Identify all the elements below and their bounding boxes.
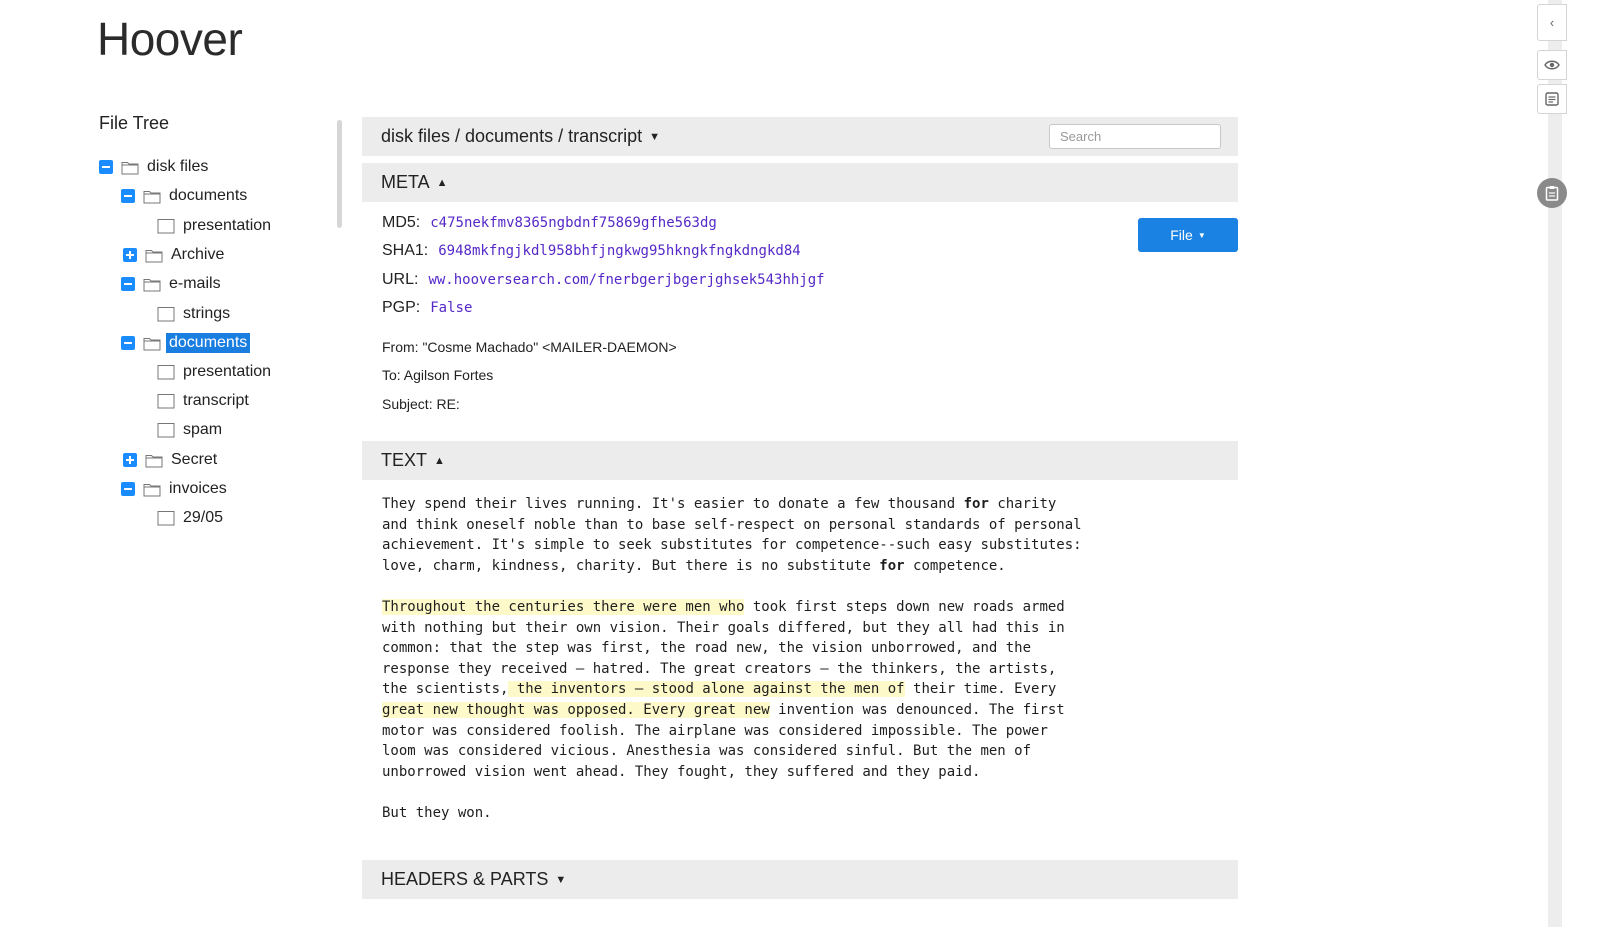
collapse-icon[interactable] (121, 277, 135, 291)
tree-item[interactable]: spam (157, 418, 225, 442)
folder-icon (143, 484, 161, 497)
tree-item-label: documents (166, 333, 251, 353)
clipboard-icon (1545, 186, 1559, 201)
expand-icon[interactable] (123, 453, 137, 467)
email-subject: Subject: RE: (382, 396, 460, 412)
pgp-label: PGP: (382, 299, 421, 316)
right-scrollbar[interactable] (1548, 0, 1562, 927)
tree-item-label: invoices (169, 480, 227, 497)
url-row: URL: ww.hooversearch.com/fnerbgerjbgerjgh… (382, 271, 825, 289)
meta-section-header[interactable]: META ▲ (362, 163, 1238, 202)
sha1-row: SHA1: 6948mkfngjkdl958bhfjngkwg95hkngkfng… (382, 242, 801, 260)
folder-icon (143, 279, 161, 292)
tree-item-label: strings (183, 305, 231, 322)
expand-icon[interactable] (123, 248, 137, 262)
md5-label: MD5: (382, 214, 421, 231)
tree-item[interactable]: disk files (99, 155, 211, 179)
collapse-icon[interactable] (121, 189, 135, 203)
search-highlight: great new thought was opposed. Every gre… (382, 701, 770, 718)
tree-item[interactable]: transcript (157, 389, 252, 413)
tree-item-label: documents (169, 187, 248, 204)
headers-parts-label: HEADERS & PARTS (381, 869, 549, 889)
file-tree: disk files documents presentation Archive e-… (0, 155, 340, 545)
tree-item-label: transcript (183, 392, 249, 409)
tree-item[interactable]: invoices (121, 477, 230, 501)
text-section-header[interactable]: TEXT ▲ (362, 441, 1238, 480)
tree-item-label: e-mails (169, 275, 221, 292)
collapse-panel-button[interactable]: ‹ (1537, 4, 1567, 41)
folder-icon (143, 191, 161, 204)
folder-icon (145, 455, 163, 468)
file-icon (157, 394, 175, 409)
file-dropdown-button[interactable]: File ▼ (1138, 218, 1238, 252)
app-title: Hoover (97, 13, 243, 65)
pgp-row: PGP: False (382, 299, 472, 317)
chevron-left-icon: ‹ (1549, 15, 1555, 30)
tree-item-label: Secret (171, 451, 218, 468)
pgp-value: False (430, 300, 473, 316)
headers-parts-section-header[interactable]: HEADERS & PARTS ▼ (362, 860, 1238, 899)
collapse-icon[interactable] (121, 336, 135, 350)
collapse-icon[interactable] (121, 482, 135, 496)
collapse-icon: ▲ (436, 176, 448, 189)
breadcrumb-bar: disk files / documents / transcript ▼ (362, 117, 1238, 156)
email-to: To: Agilson Fortes (382, 367, 494, 383)
tree-item-label: 29/05 (183, 509, 224, 526)
tree-item-label: Archive (171, 246, 225, 263)
clipboard-button[interactable] (1537, 178, 1567, 208)
url-value[interactable]: ww.hooversearch.com/fnerbgerjbgerjghsek5… (428, 272, 824, 288)
breadcrumb[interactable]: disk files / documents / transcript (381, 126, 642, 147)
folder-icon (143, 338, 161, 351)
tree-item[interactable]: documents (121, 184, 250, 208)
file-tree-heading: File Tree (99, 113, 170, 133)
search-highlight: the inventors — stood alone against the … (508, 681, 905, 698)
tree-item[interactable]: strings (157, 302, 233, 326)
tree-item-label: disk files (147, 158, 209, 175)
tree-item[interactable]: presentation (157, 214, 274, 238)
tree-item-label: presentation (183, 363, 272, 380)
tree-item[interactable]: e-mails (121, 272, 224, 296)
folder-icon (121, 162, 139, 175)
document-text: They spend their lives running. It's eas… (382, 496, 1082, 821)
file-icon (157, 307, 175, 322)
file-button-label: File (1170, 227, 1193, 243)
eye-icon (1544, 60, 1560, 70)
breadcrumb-dropdown-icon[interactable]: ▼ (649, 131, 660, 143)
tree-item[interactable]: Secret (123, 448, 220, 472)
notes-icon (1545, 92, 1559, 106)
collapse-icon: ▲ (434, 454, 445, 467)
tree-item-label: spam (183, 421, 223, 438)
file-icon (157, 423, 175, 438)
tree-item-label: presentation (183, 217, 272, 234)
file-icon (157, 219, 175, 234)
sha1-label: SHA1: (382, 242, 429, 259)
file-icon (157, 365, 175, 380)
collapse-icon[interactable] (99, 160, 113, 174)
url-label: URL: (382, 271, 419, 288)
search-input[interactable] (1049, 124, 1221, 149)
tree-item[interactable]: documents (121, 331, 251, 355)
chevron-down-icon: ▼ (1197, 230, 1206, 240)
file-icon (157, 511, 175, 526)
expand-icon: ▼ (555, 873, 567, 886)
folder-icon (145, 250, 163, 263)
meta-section-label: META (381, 172, 430, 192)
tree-item[interactable]: 29/05 (157, 506, 226, 530)
preview-button[interactable] (1537, 50, 1567, 80)
search-highlight: Throughout the centuries there were men … (382, 598, 745, 615)
email-from: From: "Cosme Machado" <MAILER-DAEMON> (382, 339, 677, 355)
text-section-label: TEXT (381, 450, 428, 470)
tree-item[interactable]: Archive (123, 243, 227, 267)
md5-row: MD5: c475nekfmv8365ngbdnf75869gfhe563dg (382, 214, 717, 232)
sha1-value: 6948mkfngjkdl958bhfjngkwg95hkngkfngkdngk… (438, 243, 801, 259)
tree-item[interactable]: presentation (157, 360, 274, 384)
md5-value: c475nekfmv8365ngbdnf75869gfhe563dg (430, 215, 717, 231)
notes-button[interactable] (1537, 84, 1567, 114)
